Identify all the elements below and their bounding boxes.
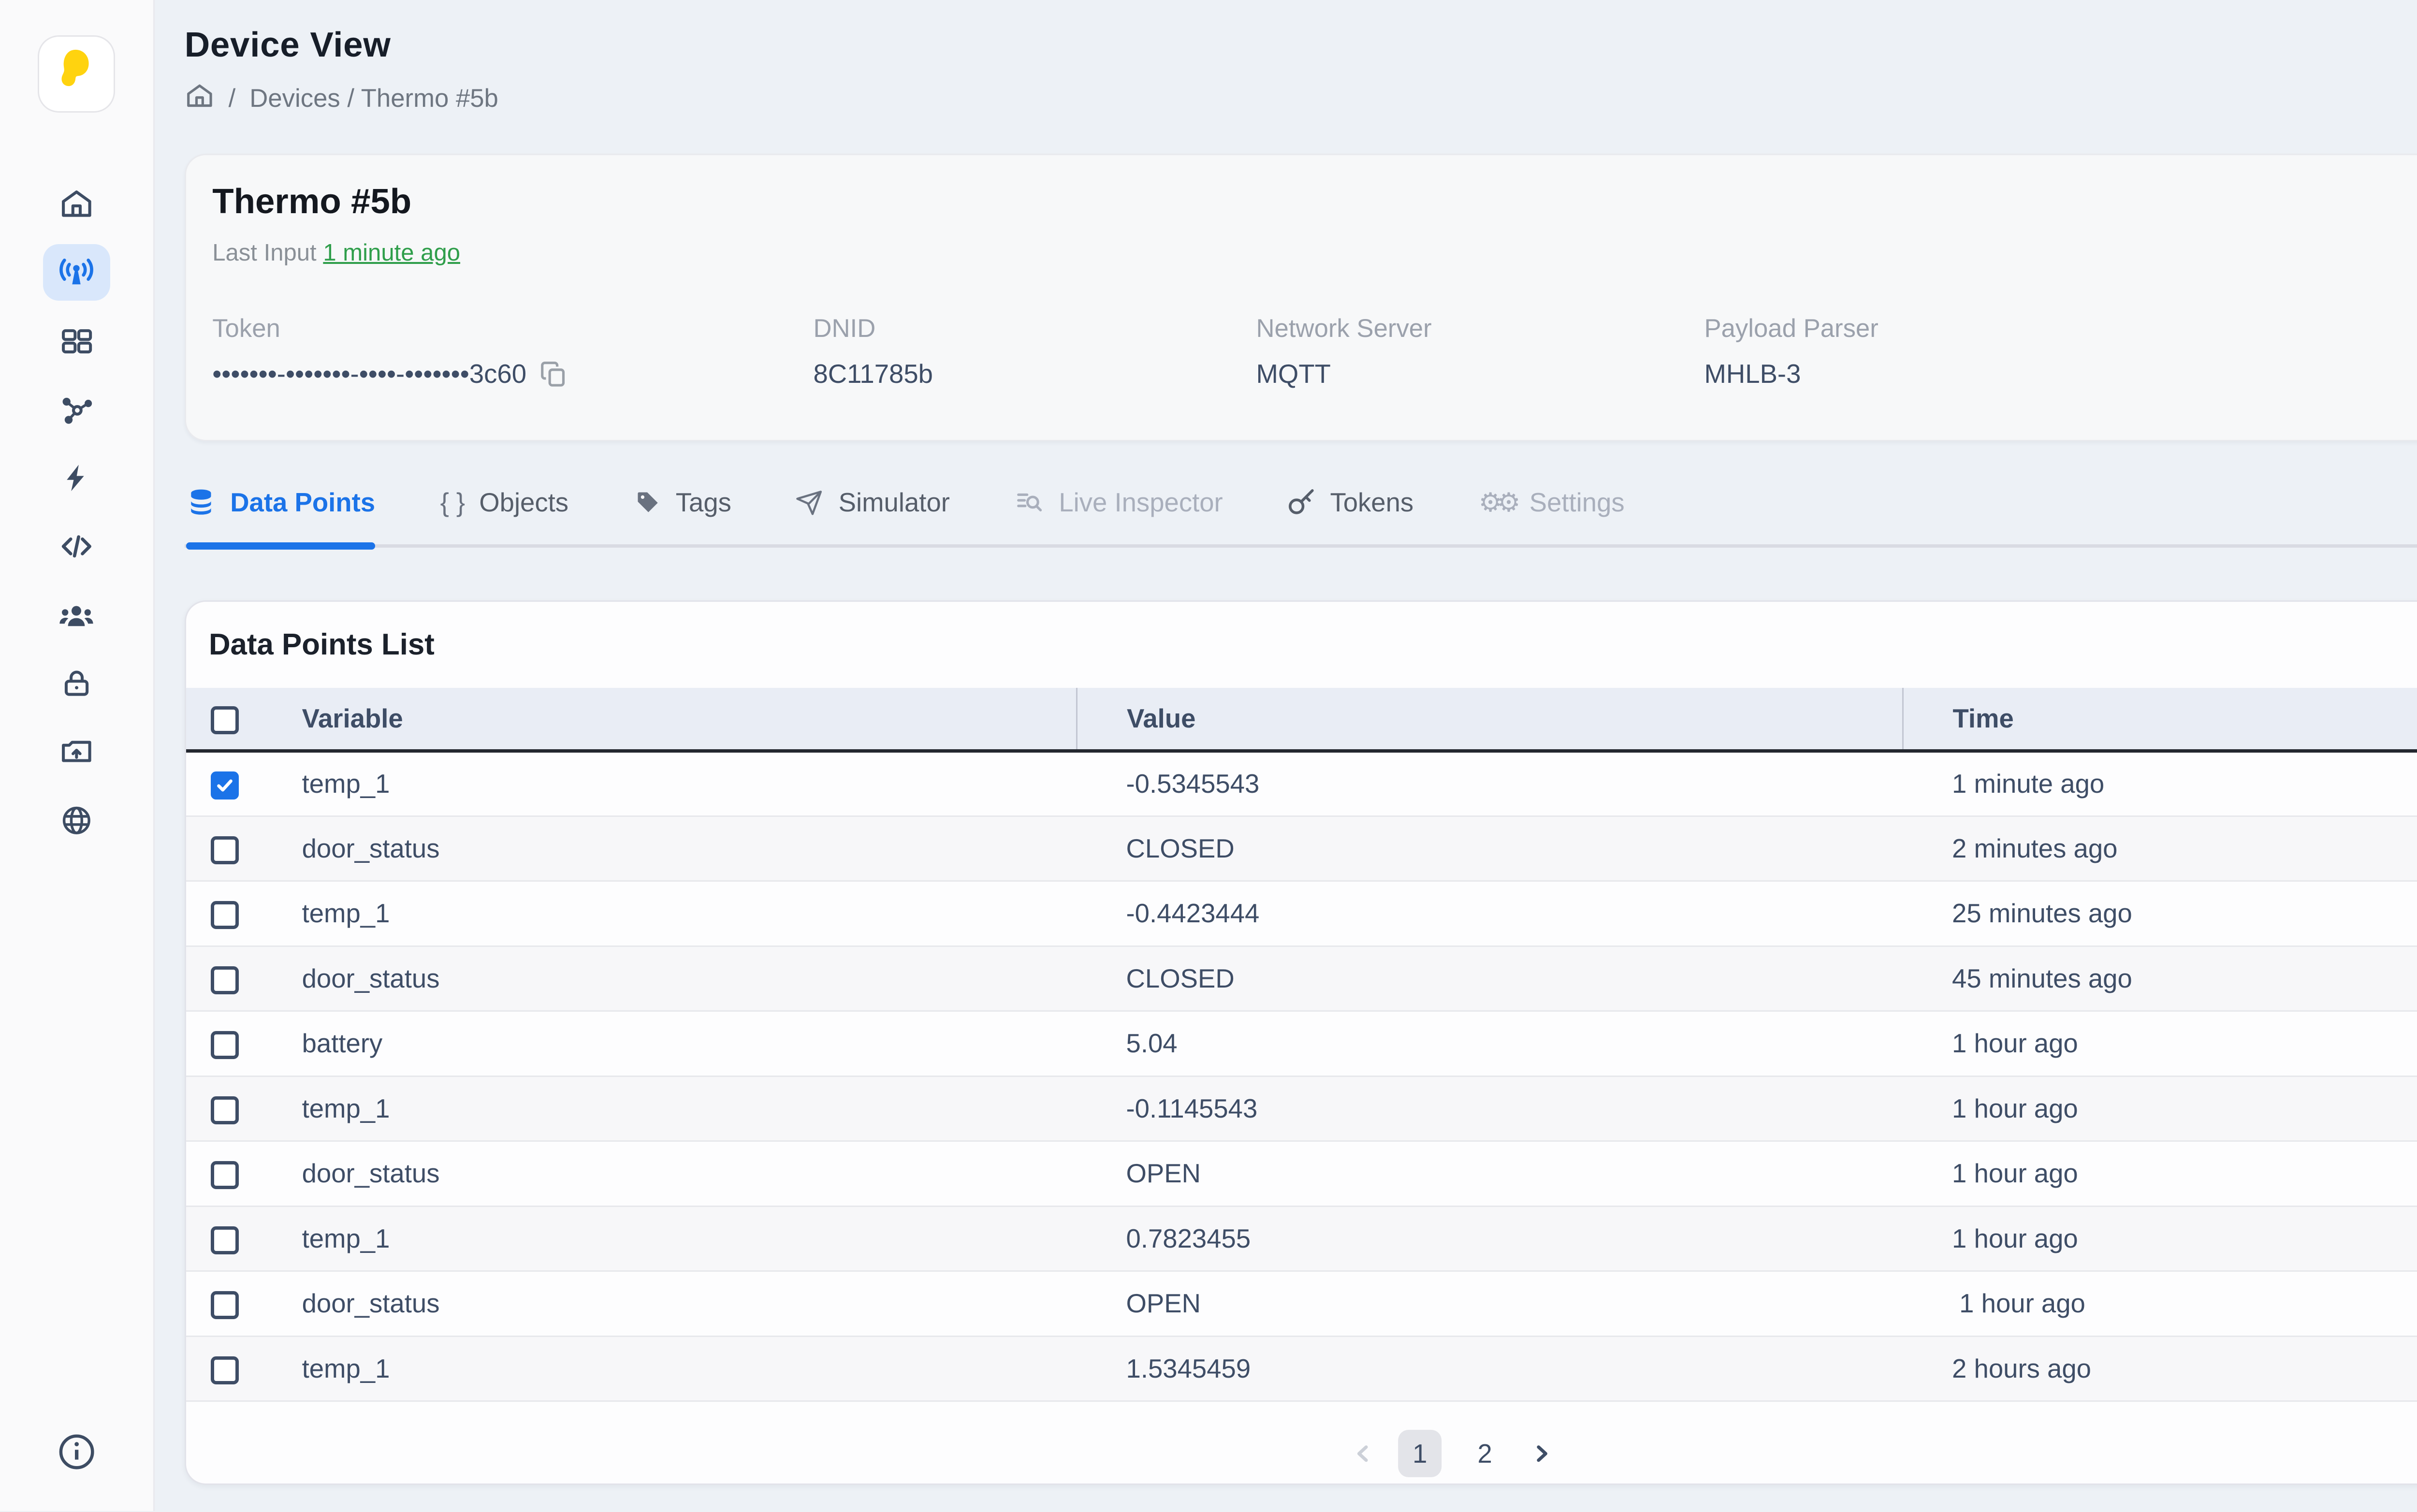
- row-checkbox[interactable]: [211, 1356, 239, 1384]
- sidebar: [0, 0, 155, 1511]
- info-icon: [56, 1448, 98, 1479]
- sidebar-info-button[interactable]: [56, 1431, 98, 1480]
- token-label: Token: [212, 314, 813, 343]
- tab-simulator[interactable]: Simulator: [796, 480, 950, 544]
- network-server-value: MQTT: [1256, 359, 1704, 389]
- row-checkbox[interactable]: [211, 836, 239, 864]
- key-icon: [1288, 488, 1316, 516]
- topbar: Device View / Devices / Thermo #5b SS: [185, 25, 2417, 117]
- data-points-table: Variable Value Time temp_1 -0.5345543 1 …: [186, 688, 2417, 1402]
- table-row[interactable]: temp_1 0.7823455 1 hour ago: [186, 1206, 2417, 1271]
- sidebar-item-security[interactable]: [43, 655, 110, 712]
- breadcrumb-home-icon[interactable]: [185, 81, 215, 117]
- row-checkbox[interactable]: [211, 1031, 239, 1059]
- folder-upload-icon: [59, 734, 94, 770]
- dnid-value: 8C11785b: [813, 359, 1256, 389]
- row-checkbox[interactable]: [211, 1226, 239, 1254]
- code-icon: [59, 529, 94, 564]
- sidebar-item-analysis[interactable]: [43, 450, 110, 506]
- data-points-card: Data Points List Variable Value Time: [185, 600, 2417, 1485]
- table-footer: 1 2 Total: ~10k items: [186, 1402, 2417, 1483]
- device-name: Thermo #5b: [212, 181, 460, 221]
- row-checkbox[interactable]: [211, 771, 239, 800]
- row-checkbox[interactable]: [211, 966, 239, 994]
- token-value: •••••••-•••••••-••••-•••••••3c60: [212, 359, 526, 389]
- logo-blob-icon: [50, 44, 103, 103]
- lightning-bolt-icon: [61, 462, 92, 494]
- page-title: Device View: [185, 25, 498, 65]
- table-row[interactable]: door_status OPEN 1 hour ago: [186, 1271, 2417, 1337]
- sidebar-item-code[interactable]: [43, 518, 110, 574]
- network-server-label: Network Server: [1256, 314, 1704, 343]
- column-header-variable[interactable]: Variable: [284, 688, 1077, 751]
- last-input-label: Last Input: [212, 240, 317, 266]
- tab-objects[interactable]: { } Objects: [440, 480, 568, 544]
- row-checkbox[interactable]: [211, 901, 239, 929]
- tab-tokens[interactable]: Tokens: [1288, 480, 1413, 544]
- page-button-2[interactable]: 2: [1463, 1430, 1507, 1477]
- tab-settings[interactable]: ⚙⚙ Settings: [1479, 480, 1625, 544]
- table-row[interactable]: battery 5.04 1 hour ago: [186, 1011, 2417, 1076]
- last-input-link[interactable]: 1 minute ago: [323, 240, 460, 266]
- breadcrumb: / Devices / Thermo #5b: [185, 81, 498, 117]
- previous-page-icon[interactable]: [1351, 1440, 1377, 1467]
- page-button-1[interactable]: 1: [1398, 1430, 1442, 1477]
- table-row[interactable]: temp_1 -0.4423444 25 minutes ago: [186, 881, 2417, 946]
- dnid-label: DNID: [813, 314, 1256, 343]
- row-checkbox[interactable]: [211, 1096, 239, 1124]
- sidebar-item-devices[interactable]: [43, 244, 110, 300]
- pagination: 1 2: [1351, 1430, 1555, 1477]
- payload-parser-label: Payload Parser: [1704, 314, 2196, 343]
- row-checkbox[interactable]: [211, 1161, 239, 1189]
- globe-icon: [59, 803, 94, 838]
- select-all-checkbox[interactable]: [211, 706, 239, 734]
- main-content: Device View / Devices / Thermo #5b SS Th…: [155, 0, 2417, 1511]
- sidebar-item-network[interactable]: [43, 792, 110, 848]
- device-tabs: Data Points { } Objects Tags Simulator L…: [185, 480, 2417, 548]
- users-icon: [57, 596, 96, 634]
- sidebar-item-users[interactable]: [43, 587, 110, 643]
- network-hub-icon: [59, 392, 94, 427]
- sidebar-item-home[interactable]: [43, 176, 110, 232]
- table-row[interactable]: temp_1 1.5345459 2 hours ago: [186, 1336, 2417, 1401]
- breadcrumb-path[interactable]: Devices / Thermo #5b: [249, 84, 498, 113]
- list-search-icon: [1015, 487, 1045, 517]
- table-row[interactable]: door_status OPEN 1 hour ago: [186, 1141, 2417, 1207]
- tag-icon: [634, 488, 662, 516]
- sidebar-item-dashboards[interactable]: [43, 313, 110, 369]
- lock-icon: [60, 667, 93, 700]
- gears-icon: ⚙⚙: [1479, 487, 1515, 518]
- tab-tags[interactable]: Tags: [634, 480, 731, 544]
- table-row[interactable]: temp_1 -0.1145543 1 hour ago: [186, 1076, 2417, 1141]
- column-header-value[interactable]: Value: [1077, 688, 1903, 751]
- device-summary-card: Thermo #5b Last Input 1 minute ago Edit …: [185, 154, 2417, 441]
- table-row[interactable]: temp_1 -0.5345543 1 minute ago: [186, 751, 2417, 816]
- send-icon: [796, 488, 824, 516]
- table-row[interactable]: door_status CLOSED 2 minutes ago: [186, 816, 2417, 881]
- copy-icon[interactable]: [539, 359, 568, 389]
- braces-icon: { }: [440, 487, 466, 518]
- next-page-icon[interactable]: [1528, 1440, 1555, 1467]
- database-icon: [186, 487, 216, 517]
- tab-live-inspector[interactable]: Live Inspector: [1015, 480, 1223, 544]
- sidebar-item-files[interactable]: [43, 724, 110, 780]
- tab-data-points[interactable]: Data Points: [186, 480, 375, 544]
- row-checkbox[interactable]: [211, 1291, 239, 1319]
- sidebar-nav: [43, 176, 110, 849]
- home-icon: [59, 186, 94, 221]
- dashboard-grid-icon: [59, 323, 94, 359]
- app-root: Device View / Devices / Thermo #5b SS Th…: [0, 0, 2417, 1511]
- column-header-time[interactable]: Time: [1903, 688, 2417, 751]
- table-row[interactable]: door_status CLOSED 45 minutes ago: [186, 946, 2417, 1011]
- card-title: Data Points List: [209, 627, 435, 662]
- payload-parser-value: MHLB-3: [1704, 359, 2196, 389]
- breadcrumb-separator: /: [229, 84, 236, 113]
- app-logo[interactable]: [38, 35, 115, 113]
- sidebar-item-integrations[interactable]: [43, 381, 110, 437]
- broadcast-antenna-icon: [57, 253, 96, 291]
- table-header-row: Variable Value Time: [186, 688, 2417, 751]
